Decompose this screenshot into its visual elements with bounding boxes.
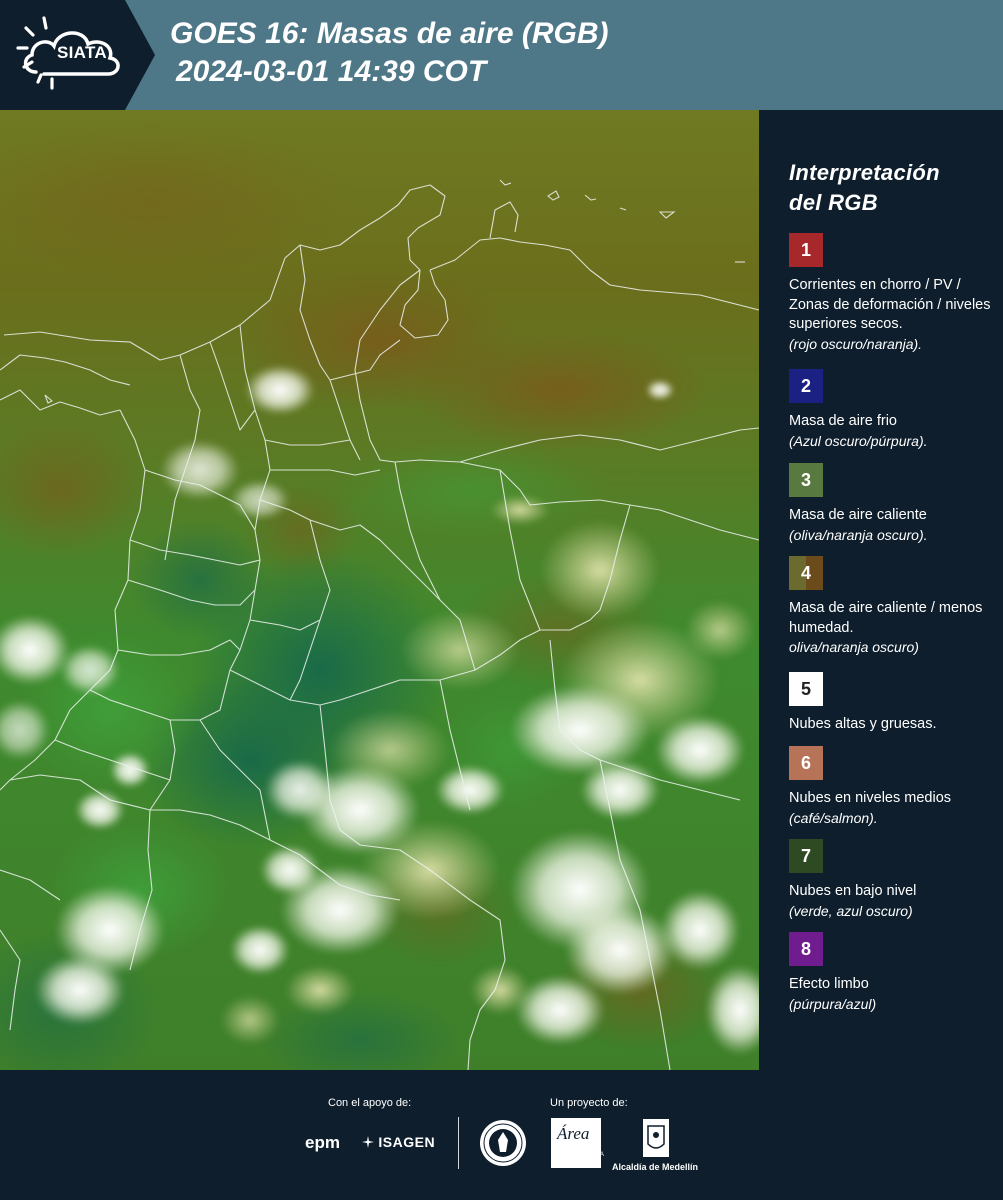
legend-note: (oliva/naranja oscuro). bbox=[789, 526, 928, 543]
legend-note: (Azul oscuro/púrpura). bbox=[789, 432, 928, 449]
legend-note: (verde, azul oscuro) bbox=[789, 902, 913, 919]
footer-divider bbox=[458, 1117, 459, 1169]
legend-item-7: 7 Nubes en bajo nivel (verde, azul oscur… bbox=[789, 839, 994, 920]
alcaldia-caption: Alcaldía de Medellín bbox=[612, 1162, 699, 1172]
legend-item-4: 4 Masa de aire caliente / menos humedad.… bbox=[789, 556, 994, 656]
siata-logo: SIATA bbox=[0, 0, 155, 110]
legend-description: Nubes altas y gruesas. bbox=[789, 716, 937, 732]
legend-badge: 5 bbox=[789, 672, 823, 706]
legend-badge: 7 bbox=[789, 839, 823, 873]
legend-note: (púrpura/azul) bbox=[789, 995, 877, 1012]
epm-logo: epm bbox=[305, 1133, 340, 1152]
legend-item-3: 3 Masa de aire caliente (oliva/naranja o… bbox=[789, 463, 994, 544]
siata-logo-text: SIATA bbox=[57, 43, 107, 62]
legend-description: Nubes en bajo nivel bbox=[789, 883, 917, 899]
legend-item-6: 6 Nubes en niveles medios (café/salmon). bbox=[789, 746, 994, 827]
footer: Con el apoyo de: Un proyecto de: epm ISA… bbox=[0, 1070, 1003, 1200]
legend-title: Interpretación del RGB bbox=[789, 158, 989, 218]
legend-badge: 3 bbox=[789, 463, 823, 497]
legend-description: Masa de aire frio bbox=[789, 413, 897, 429]
legend-item-5: 5 Nubes altas y gruesas. bbox=[789, 672, 994, 735]
legend-item-2: 2 Masa de aire frio (Azul oscuro/púrpura… bbox=[789, 369, 994, 450]
legend-badge: 4 bbox=[789, 556, 823, 590]
seal-logo bbox=[480, 1120, 526, 1166]
page-timestamp: 2024-03-01 14:39 COT bbox=[176, 55, 487, 88]
legend-badge: 2 bbox=[789, 369, 823, 403]
legend-badge: 6 bbox=[789, 746, 823, 780]
support-label: Con el apoyo de: bbox=[328, 1097, 412, 1109]
legend-description: Masa de aire caliente bbox=[789, 507, 927, 523]
header-bar: SIATA GOES 16: Masas de aire (RGB) 2024-… bbox=[0, 0, 1003, 110]
project-label: Un proyecto de: bbox=[550, 1097, 628, 1109]
satellite-map[interactable] bbox=[0, 110, 759, 1070]
area-metropolitana-caption: METROPOLITANA Valle de Aburrá bbox=[553, 1152, 604, 1165]
legend-item-8: 8 Efecto limbo (púrpura/azul) bbox=[789, 932, 994, 1013]
legend-note: oliva/naranja oscuro) bbox=[789, 639, 919, 655]
isagen-logo: ISAGEN bbox=[362, 1134, 435, 1150]
legend-badge: 1 bbox=[789, 233, 823, 267]
legend-title-line1: Interpretación bbox=[789, 160, 940, 185]
legend-panel: Interpretación del RGB 1 Corrientes en c… bbox=[759, 110, 1003, 1070]
legend-description: Masa de aire caliente / menos humedad. bbox=[789, 600, 983, 636]
legend-title-line2: del RGB bbox=[789, 190, 878, 215]
isagen-logo-text: ISAGEN bbox=[378, 1134, 436, 1150]
area-logo-text: Área bbox=[557, 1124, 590, 1143]
legend-note: (rojo oscuro/naranja). bbox=[789, 335, 923, 352]
legend-note: (café/salmon). bbox=[789, 809, 878, 826]
legend-badge: 8 bbox=[789, 932, 823, 966]
legend-description: Corrientes en chorro / PV / Zonas de def… bbox=[789, 277, 991, 332]
alcaldia-shield-icon bbox=[643, 1119, 669, 1157]
legend-item-1: 1 Corrientes en chorro / PV / Zonas de d… bbox=[789, 233, 994, 353]
legend-description: Nubes en niveles medios bbox=[789, 790, 952, 806]
page-title: GOES 16: Masas de aire (RGB) bbox=[170, 17, 609, 50]
legend-description: Efecto limbo bbox=[789, 976, 869, 992]
